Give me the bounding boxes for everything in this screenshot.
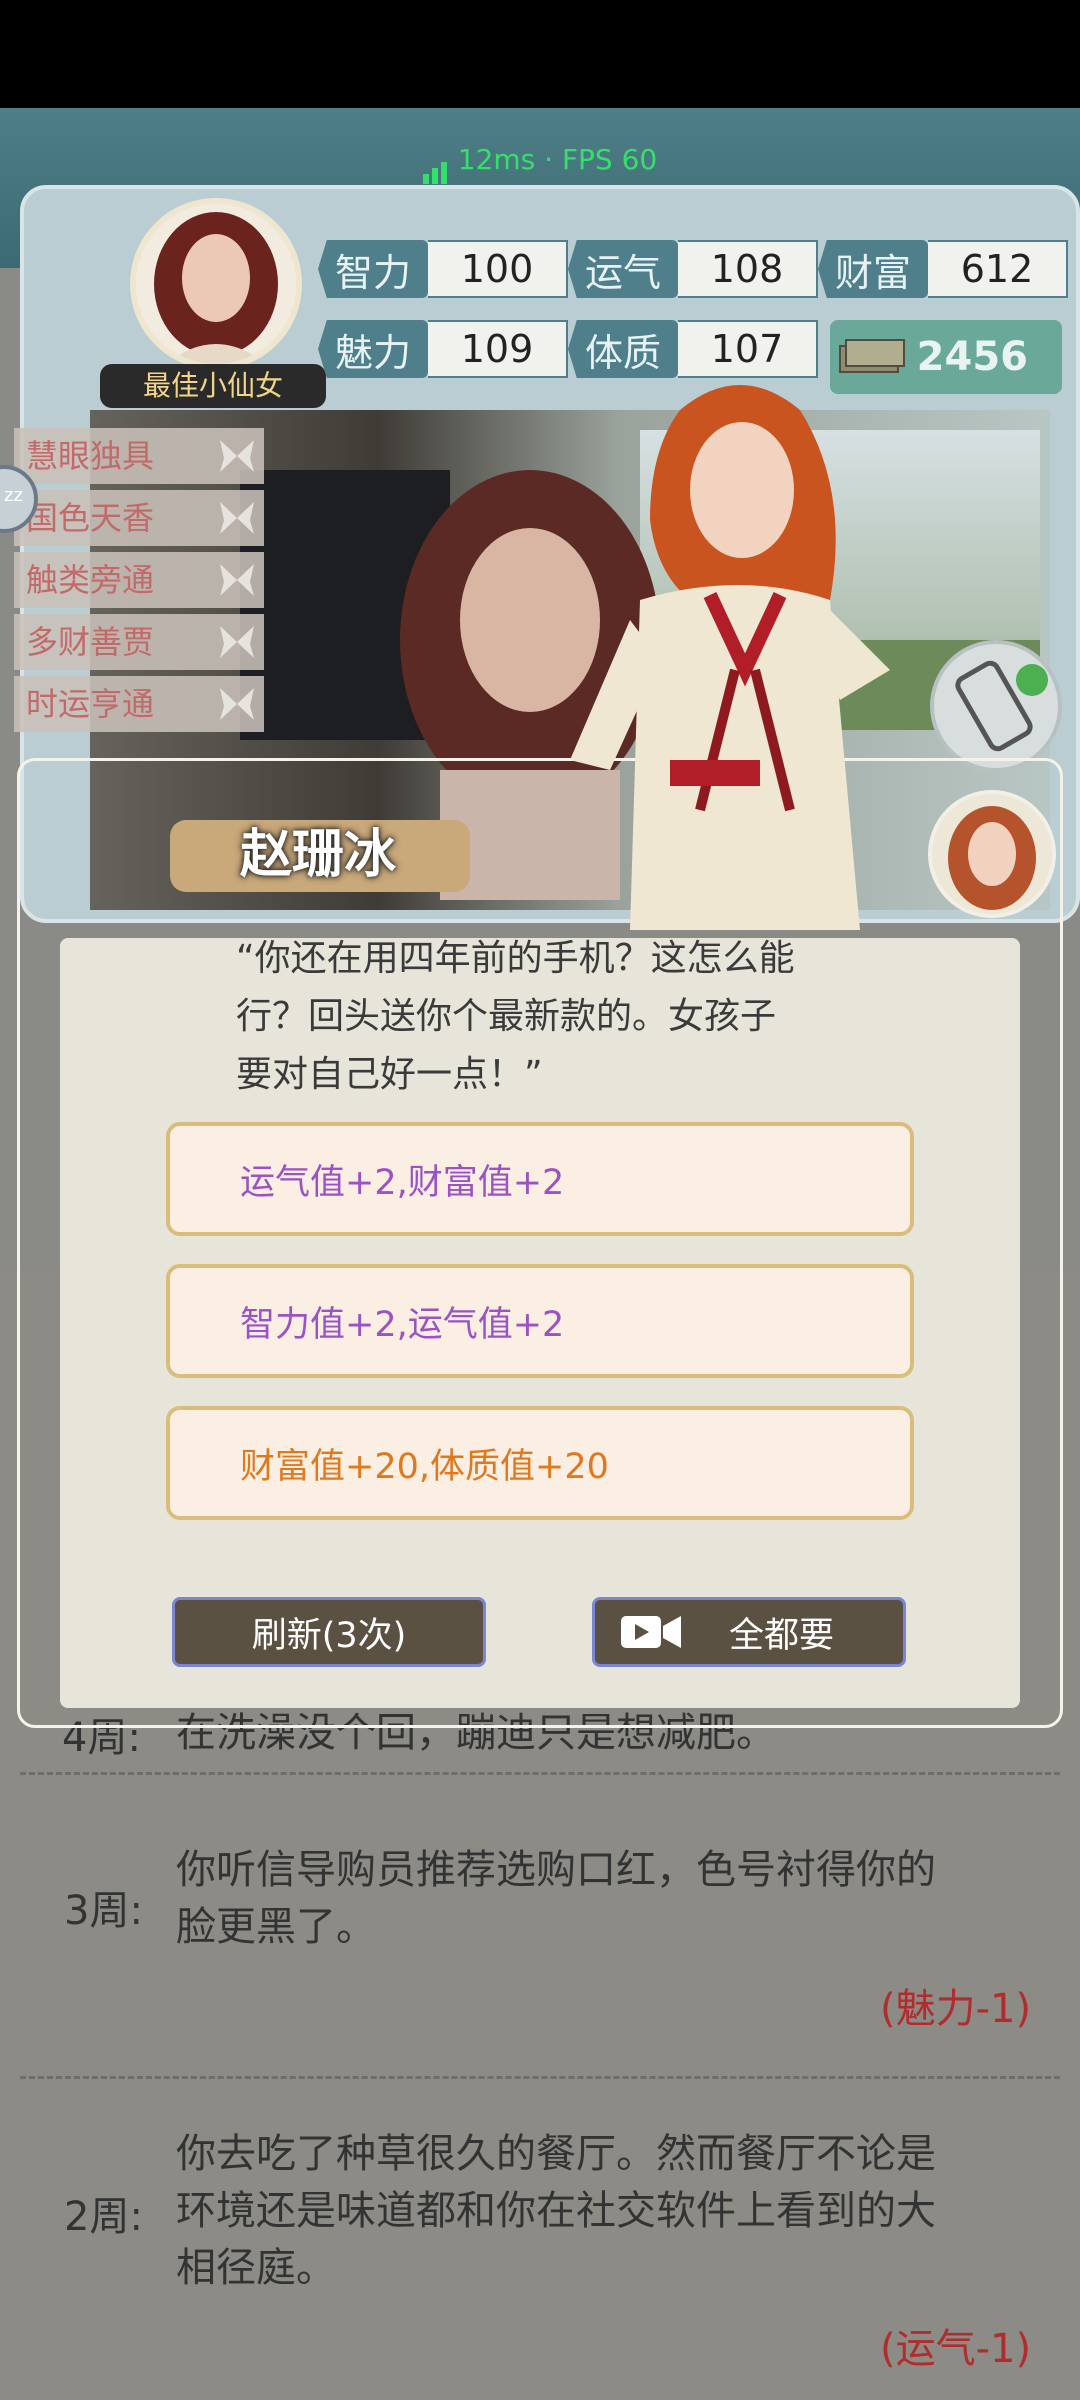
entry-text: 相径庭。	[176, 2245, 336, 2291]
trait-label: 多财善贾	[26, 623, 155, 661]
divider	[20, 1772, 1060, 1775]
entry-effect: (魅力-1)	[880, 1986, 1032, 2032]
refresh-label: 刷新(3次)	[251, 1615, 407, 1656]
signal-icon	[422, 144, 450, 184]
entry-text: 环境还是味道都和你在社交软件上看到的大	[176, 2188, 936, 2234]
perf-overlay: 12ms · FPS 60	[0, 140, 1080, 184]
trait-item[interactable]: 时运亨通	[14, 676, 264, 732]
player-avatar[interactable]	[130, 198, 302, 370]
quote-line: 行？回头送你个最新款的。女孩子	[236, 996, 777, 1037]
character-portrait-icon	[932, 794, 1052, 914]
take-all-button[interactable]: 全都要	[592, 1597, 906, 1667]
butterfly-icon	[220, 626, 254, 658]
stat-label: 财富	[818, 240, 928, 298]
player-title-badge: 最佳小仙女	[100, 364, 326, 408]
choice-option-3[interactable]: 财富值+20,体质值+20	[166, 1406, 914, 1520]
trait-label: 慧眼独具	[26, 437, 155, 475]
take-all-label: 全都要	[729, 1615, 835, 1656]
stat-label: 运气	[568, 240, 678, 298]
phone-icon	[955, 660, 1048, 752]
butterfly-icon	[220, 502, 254, 534]
character-quote: “你还在用四年前的手机？这怎么能 行？回头送你个最新款的。女孩子 要对自己好一点…	[236, 930, 876, 1104]
stat-label: 智力	[318, 240, 428, 298]
trait-item[interactable]: 慧眼独具	[14, 428, 264, 484]
entry-text: 你听信导购员推荐选购口红，色号衬得你的	[176, 1847, 936, 1893]
avatar-portrait-icon	[136, 204, 296, 364]
quote-line: 要对自己好一点！”	[236, 1054, 543, 1095]
entry-effect: (运气-1)	[880, 2326, 1032, 2372]
entry-text: 脸更黑了。	[176, 1904, 376, 1950]
character-illustration	[570, 385, 890, 930]
entry-text: 你去吃了种草很久的餐厅。然而餐厅不论是	[176, 2131, 936, 2177]
trait-label: 国色天香	[26, 499, 155, 537]
perf-text: 12ms · FPS 60	[457, 143, 658, 176]
character-name: 赵珊冰	[240, 825, 397, 885]
entry-week: 3周:	[64, 1888, 143, 1934]
butterfly-icon	[220, 564, 254, 596]
stat-label: 魅力	[318, 320, 428, 378]
choice-option-1[interactable]: 运气值+2,财富值+2	[166, 1122, 914, 1236]
trait-item[interactable]: 多财善贾	[14, 614, 264, 670]
refresh-button[interactable]: 刷新(3次)	[172, 1597, 486, 1667]
stat-luck: 运气 108	[568, 238, 818, 300]
video-camera-icon	[621, 1616, 681, 1648]
stat-value: 108	[678, 240, 818, 298]
stat-value: 612	[928, 240, 1068, 298]
butterfly-icon	[220, 688, 254, 720]
stat-value: 100	[428, 240, 568, 298]
divider	[20, 2076, 1060, 2079]
side-handle-label: zz	[4, 485, 23, 506]
trait-item[interactable]: 国色天香	[14, 490, 264, 546]
stat-wealth: 财富 612	[818, 238, 1068, 300]
butterfly-icon	[220, 440, 254, 472]
stat-intelligence: 智力 100	[318, 238, 568, 300]
trait-label: 触类旁通	[26, 561, 155, 599]
trait-item[interactable]: 触类旁通	[14, 552, 264, 608]
trait-label: 时运亨通	[26, 685, 155, 723]
entry-week: 2周:	[64, 2194, 143, 2240]
status-bar	[0, 0, 1080, 108]
choice-option-2[interactable]: 智力值+2,运气值+2	[166, 1264, 914, 1378]
